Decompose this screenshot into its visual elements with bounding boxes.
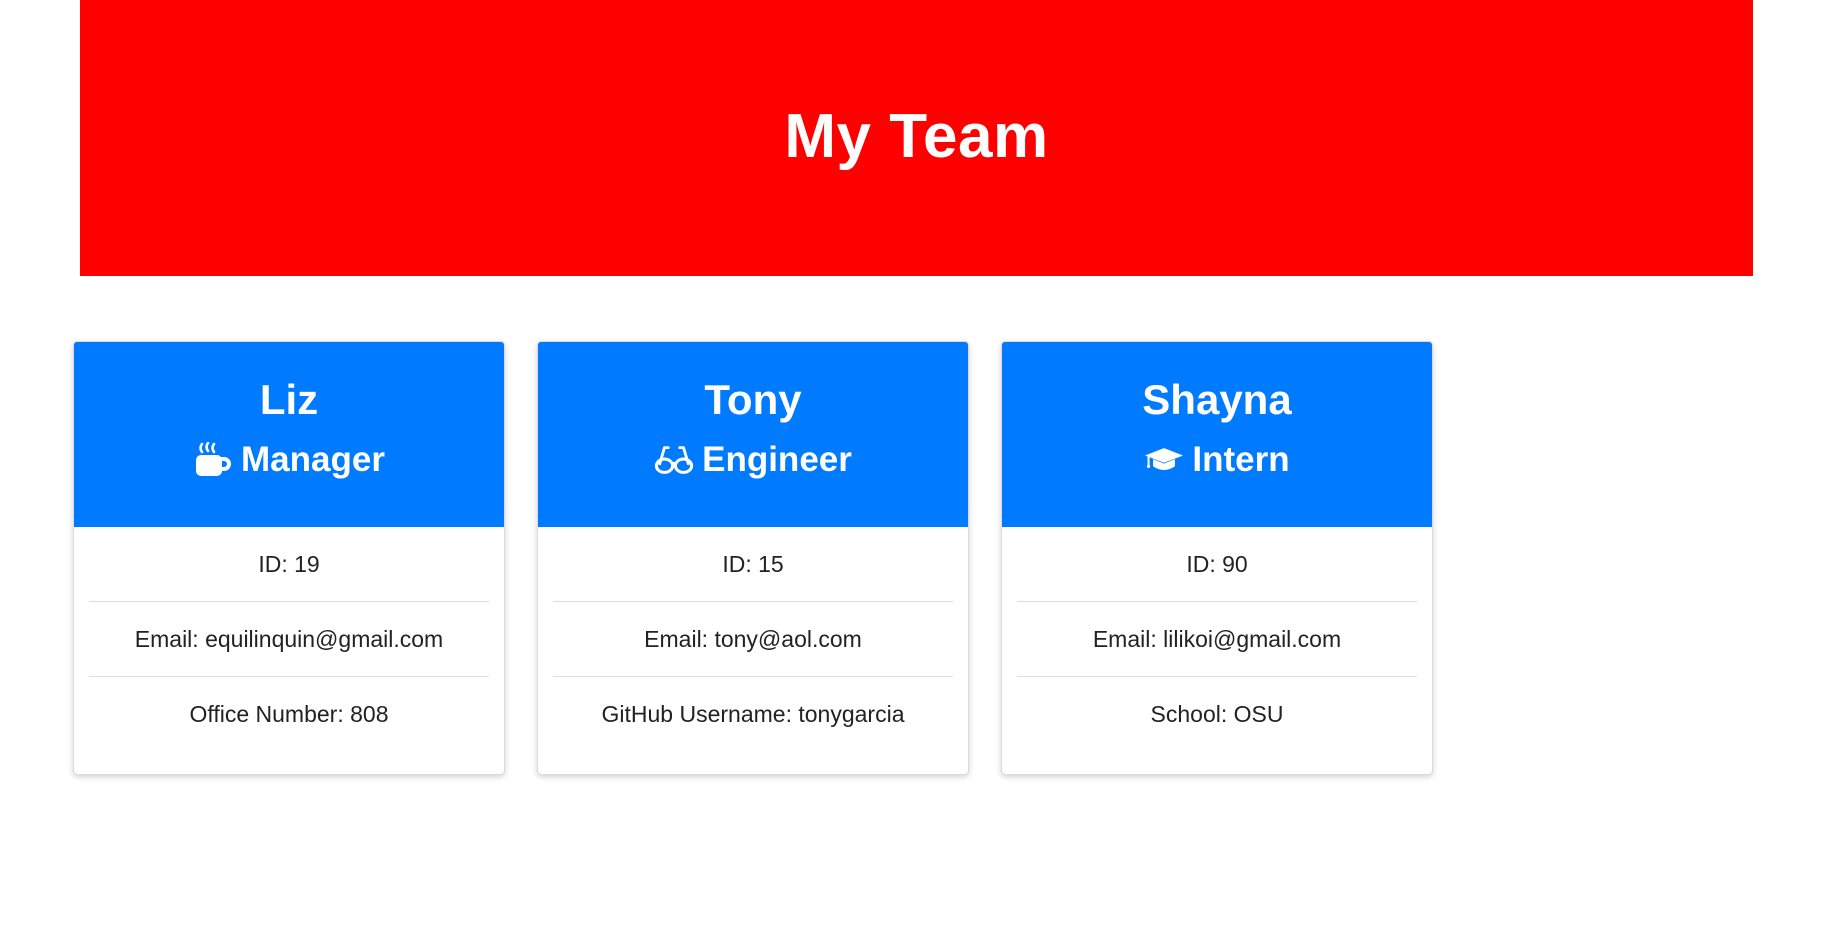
employee-office-number: Office Number: 808: [189, 701, 389, 727]
employee-school: School: OSU: [1150, 701, 1284, 727]
glasses-icon: [654, 440, 694, 480]
role-label: Engineer: [702, 440, 852, 479]
employee-name: Shayna: [1142, 376, 1292, 423]
card-details: ID: 19 Email: equilinquin@gmail.com Offi…: [74, 527, 504, 751]
employee-role: Intern: [1002, 436, 1432, 484]
role-label: Manager: [241, 440, 385, 479]
team-cards: Liz Manager ID: 19 Email: equilinquin@gm…: [73, 341, 1433, 775]
employee-card-intern: Shayna Intern ID: 90 Email: lilikoi@gmai…: [1001, 341, 1433, 775]
employee-card-engineer: Tony Engineer ID: 15 Email: tony@aol.com…: [537, 341, 969, 775]
employee-role: Engineer: [538, 436, 968, 484]
employee-email[interactable]: Email: tony@aol.com: [553, 602, 953, 677]
card-details: ID: 90 Email: lilikoi@gmail.com School: …: [1002, 527, 1432, 751]
card-header: Tony Engineer: [538, 342, 968, 527]
employee-id: ID: 90: [1017, 527, 1417, 602]
employee-name: Tony: [704, 376, 802, 423]
employee-email[interactable]: Email: equilinquin@gmail.com: [89, 602, 489, 677]
employee-id: ID: 15: [553, 527, 953, 602]
page: My Team Liz Manager ID: 19 Email: equili…: [0, 0, 1836, 927]
graduation-cap-icon: [1144, 440, 1184, 480]
employee-name: Liz: [259, 376, 319, 423]
card-header: Shayna Intern: [1002, 342, 1432, 527]
role-label: Intern: [1192, 440, 1290, 479]
employee-card-manager: Liz Manager ID: 19 Email: equilinquin@gm…: [73, 341, 505, 775]
employee-role: Manager: [74, 436, 504, 484]
employee-github[interactable]: GitHub Username: tonygarcia: [553, 677, 953, 751]
employee-id: ID: 19: [89, 527, 489, 602]
card-header: Liz Manager: [74, 342, 504, 527]
employee-email[interactable]: Email: lilikoi@gmail.com: [1017, 602, 1417, 677]
coffee-icon: [193, 440, 233, 480]
page-title: My Team: [784, 101, 1049, 171]
card-details: ID: 15 Email: tony@aol.com GitHub Userna…: [538, 527, 968, 751]
page-header: My Team: [80, 0, 1753, 276]
